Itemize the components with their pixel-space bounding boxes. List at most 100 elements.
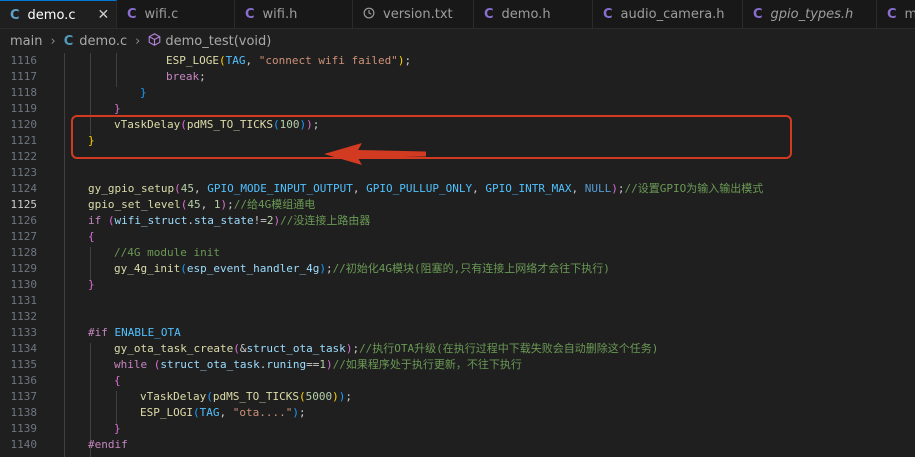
- code-line[interactable]: 1136 {: [0, 373, 915, 389]
- code-token: 1: [319, 358, 326, 371]
- line-number: 1137: [10, 390, 38, 403]
- code-line[interactable]: 1137 vTaskDelay(pdMS_TO_TICKS(5000));: [0, 389, 915, 405]
- code-line[interactable]: 1133 #if ENABLE_OTA: [0, 325, 915, 341]
- line-number: 1128: [10, 246, 38, 259]
- code-token: #if: [88, 326, 108, 339]
- code-line[interactable]: 1126 if (wifi_struct.sta_state!=2)//没连接上路…: [0, 213, 915, 229]
- code-line[interactable]: 1127 {: [0, 229, 915, 245]
- code-token: gy_4g_init: [114, 262, 181, 275]
- code-token: ,: [193, 182, 208, 195]
- code-token: //执行OTA升级(在执行过程中下载失败会自动删除这个任务): [359, 342, 659, 355]
- code-line[interactable]: 1131: [0, 293, 915, 309]
- code-text: ESP_LOGE(TAG, "connect wifi failed");: [166, 53, 411, 69]
- code-token: GPIO_MODE_INPUT_OUTPUT: [207, 182, 353, 195]
- line-number: 1125: [10, 198, 38, 211]
- tab-version-txt[interactable]: version.txt: [353, 0, 474, 28]
- code-line[interactable]: 1140 #endif: [0, 437, 915, 453]
- code-token: NULL: [584, 182, 612, 195]
- code-line[interactable]: 1116 ESP_LOGE(TAG, "connect wifi failed")…: [0, 53, 915, 69]
- tab-label: demo.c: [27, 7, 76, 23]
- code-text: }: [88, 277, 95, 293]
- tab-audio-camera-h[interactable]: Caudio_camera.h: [593, 0, 743, 28]
- code-line[interactable]: 1118}: [0, 85, 915, 101]
- tab-wifi-h[interactable]: Cwifi.h: [235, 0, 353, 28]
- code-token: ): [611, 182, 618, 195]
- code-line[interactable]: 1125 gpio_set_level(45, 1);//给4G模组通电: [0, 197, 915, 213]
- breadcrumb-symbol[interactable]: demo_test(void): [165, 34, 271, 49]
- line-number: 1139: [10, 422, 38, 435]
- code-token: (: [180, 262, 187, 275]
- code-text: gy_4g_init(esp_event_handler_4g);//初始化4G…: [114, 261, 610, 277]
- code-token: ): [319, 262, 326, 275]
- c-file-icon: C: [10, 7, 20, 23]
- code-token: ): [325, 358, 333, 371]
- c-file-icon: C: [887, 7, 897, 22]
- code-token: (: [233, 342, 240, 355]
- line-number: 1120: [10, 118, 38, 131]
- code-token: GPIO_PULLUP_ONLY: [366, 182, 473, 195]
- chevron-right-icon: ›: [135, 33, 141, 49]
- code-token: //4G module init: [114, 246, 220, 259]
- code-text: gy_gpio_setup(45, GPIO_MODE_INPUT_OUTPUT…: [88, 181, 763, 197]
- close-icon[interactable]: ✕: [97, 7, 109, 23]
- code-token: sta_state: [193, 214, 254, 227]
- code-line[interactable]: 1123: [0, 165, 915, 181]
- code-line[interactable]: 1117 break;: [0, 69, 915, 85]
- code-token: {: [88, 230, 95, 243]
- breadcrumb-folder[interactable]: main: [10, 34, 42, 49]
- chevron-right-icon: ›: [50, 33, 56, 49]
- code-line[interactable]: 1124 gy_gpio_setup(45, GPIO_MODE_INPUT_OU…: [0, 181, 915, 197]
- tab-label: audio_camera.h: [620, 7, 725, 22]
- code-line[interactable]: 1138 ESP_LOGI(TAG, "ota....");: [0, 405, 915, 421]
- code-token: struct_ota_task: [160, 358, 260, 371]
- code-line[interactable]: 1139}: [0, 421, 915, 437]
- code-line[interactable]: 1134 gy_ota_task_create(&struct_ota_task)…: [0, 341, 915, 357]
- cube-icon: [148, 32, 161, 50]
- code-token: ,: [219, 406, 233, 419]
- code-line[interactable]: 1132: [0, 309, 915, 325]
- line-number: 1131: [10, 294, 38, 307]
- tab-label: m: [905, 7, 915, 22]
- line-number: 1135: [10, 358, 38, 371]
- code-token: if: [88, 214, 102, 227]
- code-token: //没连接上路由器: [280, 214, 371, 227]
- code-line[interactable]: 1129 gy_4g_init(esp_event_handler_4g);//初…: [0, 261, 915, 277]
- code-text: if (wifi_struct.sta_state!=2)//没连接上路由器: [88, 213, 370, 229]
- code-text: vTaskDelay(pdMS_TO_TICKS(5000));: [140, 389, 352, 405]
- tab-gpio-types-h[interactable]: Cgpio_types.h: [743, 0, 877, 28]
- editor-tab-bar: Cdemo.c ✕ Cwifi.c Cwifi.h version.txt Cdemo.h…: [0, 0, 915, 29]
- code-token: #endif: [88, 438, 128, 451]
- line-number: 1126: [10, 214, 38, 227]
- tab-label: demo.h: [501, 7, 551, 22]
- code-line[interactable]: 1130}: [0, 277, 915, 293]
- line-number: 1117: [10, 70, 38, 83]
- code-token: ;: [227, 198, 234, 211]
- line-number: 1136: [10, 374, 38, 387]
- tab-demo-c[interactable]: Cdemo.c ✕: [0, 0, 117, 28]
- code-line[interactable]: 1128 //4G module init: [0, 245, 915, 261]
- code-token: pdMS_TO_TICKS: [212, 390, 299, 403]
- code-token: ): [292, 406, 299, 419]
- code-text: gpio_set_level(45, 1);//给4G模组通电: [88, 197, 315, 213]
- code-token: ;: [325, 262, 333, 275]
- code-editor[interactable]: 1116 ESP_LOGE(TAG, "connect wifi failed")…: [0, 53, 915, 457]
- code-token: ESP_LOGE: [166, 54, 219, 67]
- code-token: vTaskDelay: [140, 390, 207, 403]
- code-token: }: [88, 278, 95, 291]
- tab-m[interactable]: Cm: [877, 0, 915, 28]
- line-number: 1118: [10, 86, 38, 99]
- code-token: gy_ota_task_create: [114, 342, 234, 355]
- code-line[interactable]: 1135 while (struct_ota_task.runing==1)//如…: [0, 357, 915, 373]
- code-token: gpio_set_level: [88, 198, 181, 211]
- line-number: 1132: [10, 310, 38, 323]
- code-token: }: [140, 86, 147, 99]
- code-text: //4G module init: [114, 245, 220, 261]
- tab-wifi-c[interactable]: Cwifi.c: [117, 0, 235, 28]
- tab-demo-h[interactable]: Cdemo.h: [474, 0, 593, 28]
- code-token: (: [192, 406, 200, 419]
- code-token: while: [114, 358, 148, 371]
- breadcrumb-file[interactable]: demo.c: [79, 34, 127, 49]
